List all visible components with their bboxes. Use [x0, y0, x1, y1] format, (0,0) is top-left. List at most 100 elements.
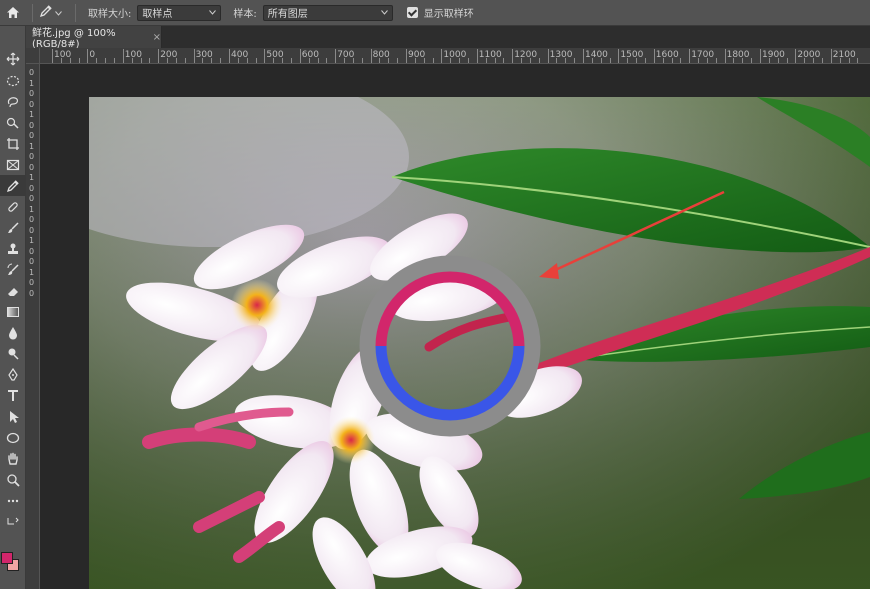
marquee-icon[interactable] — [0, 70, 26, 91]
ruler-label: 0 — [29, 68, 35, 77]
ruler-label: 1400 — [585, 50, 608, 60]
sample-size-value: 取样点 — [142, 9, 173, 20]
zoom-icon[interactable] — [0, 469, 26, 490]
ruler-tick — [689, 49, 691, 63]
divider — [32, 3, 33, 22]
ruler-tick — [706, 58, 708, 63]
ruler-label: 1100 — [478, 50, 502, 60]
ruler-tick — [786, 58, 788, 63]
ruler-tick — [591, 58, 593, 63]
ruler-tick — [397, 58, 399, 63]
ruler-tick — [193, 49, 195, 63]
sample-value: 所有图层 — [267, 9, 308, 20]
hand-icon[interactable] — [0, 448, 26, 469]
ruler-tick — [857, 58, 859, 63]
ruler-label: 700 — [337, 50, 355, 60]
history-brush-icon[interactable] — [0, 259, 26, 280]
ruler-tick — [733, 58, 735, 63]
ruler-tick — [414, 58, 416, 63]
ruler-tick — [326, 58, 328, 63]
ruler-tick — [680, 58, 682, 63]
ruler-tick — [760, 49, 761, 63]
ruler-tick — [52, 49, 53, 63]
crop-icon[interactable] — [0, 133, 26, 154]
horizontal-ruler[interactable]: 100 0 100 200 300 400 500 600 700 800 900 1000 1100 1… — [40, 48, 870, 64]
ruler-tick — [96, 58, 98, 63]
tools-panel — [0, 26, 26, 589]
healing-icon[interactable] — [0, 196, 26, 217]
ruler-tick — [220, 58, 222, 63]
show-ring-checkbox[interactable] — [406, 7, 418, 18]
sample-size-select[interactable]: 取样点 — [137, 4, 222, 21]
ruler-tick — [662, 58, 664, 63]
brush-icon[interactable] — [0, 217, 26, 238]
shape-icon[interactable] — [0, 427, 26, 448]
ruler-tick — [503, 58, 505, 63]
ruler-tick — [370, 49, 372, 63]
eraser-icon[interactable] — [0, 280, 26, 301]
ruler-label: 1 — [29, 204, 35, 214]
tool-preset-picker[interactable] — [39, 4, 69, 21]
ruler-tick — [158, 49, 160, 63]
ruler-label: 1 — [29, 78, 35, 88]
ruler-label: 1600 — [655, 50, 679, 60]
ruler-label: 0 — [29, 152, 35, 161]
document-tab[interactable]: 鲜花.jpg @ 100%(RGB/8#) × — [26, 26, 162, 50]
home-icon[interactable] — [0, 0, 26, 26]
ruler-corner — [26, 48, 40, 64]
ruler-tick — [574, 58, 576, 63]
ruler-tick — [406, 49, 407, 63]
ruler-tick — [184, 58, 186, 63]
document-tab-bar: 鲜花.jpg @ 100%(RGB/8#) × — [26, 26, 870, 50]
document-tab-title: 鲜花.jpg @ 100%(RGB/8#) — [32, 28, 116, 50]
ruler-tick — [459, 58, 461, 63]
sample-label: 样本: — [233, 9, 257, 20]
ruler-tick — [229, 49, 230, 63]
ruler-label: 400 — [231, 50, 249, 60]
stamp-icon[interactable] — [0, 238, 26, 259]
ruler-tick — [795, 49, 797, 63]
ruler-tick — [423, 58, 425, 63]
frame-icon[interactable] — [0, 154, 26, 175]
dodge-icon[interactable] — [0, 343, 26, 364]
gradient-icon[interactable] — [0, 301, 26, 322]
ruler-tick — [69, 58, 71, 63]
sample-select[interactable]: 所有图层 — [262, 4, 393, 21]
blur-icon[interactable] — [0, 322, 26, 343]
ruler-tick — [317, 58, 319, 63]
ruler-label: 0 — [29, 120, 35, 130]
ruler-label: 0 — [29, 89, 35, 98]
lasso-icon[interactable] — [0, 91, 26, 112]
chevron-down-icon — [55, 6, 62, 19]
swap-colors-icon[interactable] — [0, 514, 26, 528]
type-icon[interactable] — [0, 385, 26, 406]
options-bar: 取样大小: 取样点 样本: 所有图层 显示取样环 — [0, 0, 870, 26]
foreground-color-swatch[interactable] — [1, 552, 13, 564]
vertical-ruler[interactable]: 0100100100100100100100 — [26, 64, 40, 589]
ruler-tick — [237, 58, 239, 63]
eyedropper-tool-icon[interactable] — [0, 175, 26, 196]
ruler-tick — [273, 58, 275, 63]
more-icon[interactable] — [0, 490, 26, 511]
ruler-tick — [467, 58, 469, 63]
ruler-tick — [653, 49, 655, 63]
ruler-label: 0 — [89, 50, 96, 60]
quick-select-icon[interactable] — [0, 112, 26, 133]
path-select-icon[interactable] — [0, 406, 26, 427]
ruler-tick — [600, 58, 602, 63]
move-icon[interactable] — [0, 48, 26, 69]
ruler-tick — [671, 58, 673, 63]
photo-image[interactable] — [89, 97, 870, 589]
ruler-label: 900 — [408, 50, 426, 60]
canvas-workspace[interactable] — [40, 64, 870, 589]
ruler-tick — [804, 58, 806, 63]
ruler-tick — [361, 58, 363, 63]
ruler-label: 0 — [29, 257, 35, 266]
ruler-label: 200 — [160, 50, 178, 60]
ruler-label: 0 — [29, 278, 35, 287]
ruler-label: 100 — [54, 50, 72, 60]
close-icon[interactable]: × — [153, 32, 161, 43]
ruler-tick — [813, 58, 815, 63]
pen-icon[interactable] — [0, 364, 26, 385]
divider — [75, 3, 76, 22]
